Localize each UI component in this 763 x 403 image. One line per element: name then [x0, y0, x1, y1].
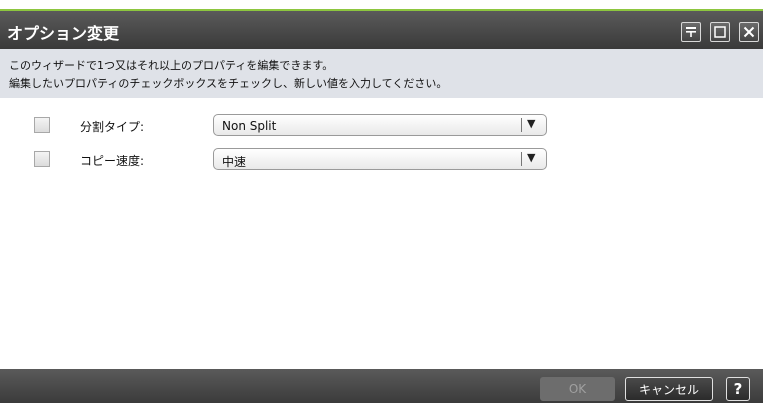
- instructions-panel: このウィザードで1つ又はそれ以上のプロパティを編集できます。 編集したいプロパテ…: [0, 49, 763, 98]
- dialog-title: オプション変更: [7, 24, 120, 43]
- help-button[interactable]: ?: [726, 377, 750, 401]
- instructions-line-2: 編集したいプロパティのチェックボックスをチェックし、新しい値を入力してください。: [9, 77, 448, 90]
- cancel-button[interactable]: キャンセル: [625, 377, 713, 401]
- pin-icon: [686, 27, 696, 37]
- split-type-row: 分割タイプ: Non Split ▼: [0, 113, 763, 137]
- select-divider: [521, 118, 522, 132]
- close-button[interactable]: [739, 22, 759, 42]
- chevron-down-icon: ▼: [527, 151, 536, 164]
- maximize-icon: [714, 26, 726, 38]
- select-divider: [521, 152, 522, 166]
- copy-speed-label: コピー速度:: [80, 154, 145, 168]
- close-icon: [743, 26, 755, 38]
- ok-button[interactable]: OK: [540, 377, 615, 401]
- copy-speed-value: 中速: [222, 155, 247, 169]
- copy-speed-checkbox[interactable]: [34, 151, 50, 167]
- dialog-titlebar: オプション変更: [0, 11, 763, 49]
- split-type-checkbox[interactable]: [34, 117, 50, 133]
- split-type-label: 分割タイプ:: [80, 120, 145, 134]
- pin-button[interactable]: [681, 22, 701, 42]
- maximize-button[interactable]: [710, 22, 730, 42]
- instructions-line-1: このウィザードで1つ又はそれ以上のプロパティを編集できます。: [9, 59, 334, 72]
- split-type-value: Non Split: [222, 119, 277, 133]
- accent-bar: [0, 0, 763, 11]
- copy-speed-row: コピー速度: 中速 ▼: [0, 147, 763, 171]
- chevron-down-icon: ▼: [527, 117, 536, 130]
- copy-speed-select[interactable]: 中速 ▼: [213, 148, 547, 170]
- dialog-footer: OK キャンセル ?: [0, 369, 763, 403]
- split-type-select[interactable]: Non Split ▼: [213, 114, 547, 136]
